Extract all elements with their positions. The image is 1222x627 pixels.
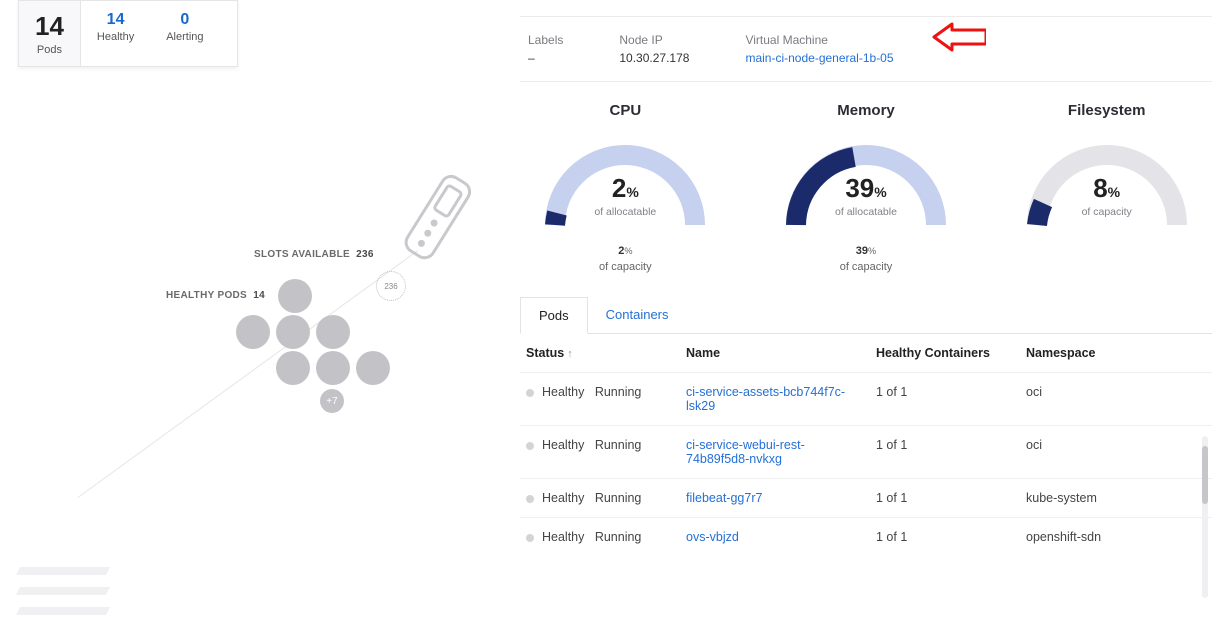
tab-pods[interactable]: Pods (520, 297, 588, 334)
nodeip-key: Node IP (619, 33, 689, 47)
row-namespace: oci (1020, 373, 1212, 426)
healthy-pods-label: HEALTHY PODS (166, 290, 247, 301)
summary-alerting-count: 0 (166, 11, 203, 29)
memory-foot-unit: % (868, 246, 876, 256)
col-name[interactable]: Name (680, 334, 870, 373)
cpu-foot-sub: of capacity (599, 261, 652, 273)
labels-key: Labels (528, 33, 563, 47)
cpu-title: CPU (520, 102, 731, 119)
pod-dot[interactable] (316, 351, 350, 385)
slots-ring-icon: 236 (376, 271, 406, 301)
memory-value: 39 (845, 173, 874, 203)
scrollbar[interactable] (1202, 436, 1208, 598)
memory-gauge[interactable]: Memory 39% of allocatable 39%of capacity (761, 102, 972, 275)
pod-dot[interactable] (276, 315, 310, 349)
row-state: Running (595, 530, 642, 544)
row-namespace: kube-system (1020, 479, 1212, 518)
row-state: Running (595, 438, 642, 452)
filesystem-value: 8 (1093, 173, 1107, 203)
summary-total-count: 14 (35, 11, 64, 42)
pods-table: Status↑ Name Healthy Containers Namespac… (520, 334, 1212, 556)
pod-dot[interactable] (316, 315, 350, 349)
tab-containers[interactable]: Containers (588, 297, 687, 333)
status-dot-icon (526, 442, 534, 450)
pod-dot[interactable] (236, 315, 270, 349)
row-name-link[interactable]: ci-service-webui-rest-74b89f5d8-nvkxg (686, 438, 805, 466)
row-state: Running (595, 491, 642, 505)
row-state: Running (595, 385, 642, 399)
healthy-pods-count: 14 (253, 290, 265, 301)
row-status: Healthy (542, 530, 584, 544)
row-healthy: 1 of 1 (870, 518, 1020, 557)
vm-key: Virtual Machine (745, 33, 893, 47)
cpu-gauge[interactable]: CPU 2% of allocatable 2%of capacity (520, 102, 731, 275)
filesystem-sub: of capacity (1017, 206, 1197, 218)
status-dot-icon (526, 389, 534, 397)
node-device-icon (398, 167, 476, 285)
status-dot-icon (526, 534, 534, 542)
pods-summary: 14 Pods 14 Healthy 0 Alerting (18, 0, 238, 67)
memory-foot-value: 39 (856, 245, 868, 257)
col-status[interactable]: Status↑ (520, 334, 680, 373)
summary-total[interactable]: 14 Pods (19, 1, 80, 66)
annotation-arrow-icon (932, 22, 986, 52)
col-namespace[interactable]: Namespace (1020, 334, 1212, 373)
table-row[interactable]: Healthy Running ci-service-webui-rest-74b… (520, 426, 1212, 479)
utilization-gauges: CPU 2% of allocatable 2%of capacity Memo… (520, 102, 1212, 275)
scrollbar-thumb[interactable] (1202, 446, 1208, 504)
summary-alerting[interactable]: 0 Alerting (150, 1, 219, 66)
labels-column: Labels – (528, 33, 563, 65)
memory-title: Memory (761, 102, 972, 119)
pod-dot[interactable] (276, 351, 310, 385)
pod-dot[interactable] (356, 351, 390, 385)
node-header-row: Labels – Node IP 10.30.27.178 Virtual Ma… (520, 16, 1212, 82)
filesystem-gauge[interactable]: Filesystem 8% of capacity (1001, 102, 1212, 275)
row-name-link[interactable]: ci-service-assets-bcb744f7c-lsk29 (686, 385, 845, 413)
memory-foot-sub: of capacity (840, 261, 893, 273)
summary-alerting-label: Alerting (166, 31, 203, 43)
pod-overflow-count: +7 (326, 396, 337, 407)
summary-healthy-count: 14 (97, 11, 134, 29)
labels-value: – (528, 51, 563, 65)
summary-total-label: Pods (35, 44, 64, 56)
row-namespace: openshift-sdn (1020, 518, 1212, 557)
vm-link[interactable]: main-ci-node-general-1b-05 (745, 51, 893, 65)
nodeip-value: 10.30.27.178 (619, 51, 689, 65)
sort-asc-icon: ↑ (567, 348, 573, 360)
row-status: Healthy (542, 438, 584, 452)
vm-column: Virtual Machine main-ci-node-general-1b-… (745, 33, 893, 65)
cpu-foot-unit: % (624, 246, 632, 256)
row-healthy: 1 of 1 (870, 479, 1020, 518)
filesystem-title: Filesystem (1001, 102, 1212, 119)
memory-sub: of allocatable (776, 206, 956, 218)
slots-ring-value: 236 (384, 282, 397, 291)
slots-available-label: SLOTS AVAILABLE (254, 249, 350, 260)
slots-available-count: 236 (356, 249, 374, 260)
row-status: Healthy (542, 491, 584, 505)
summary-healthy-label: Healthy (97, 31, 134, 43)
table-row[interactable]: Healthy Running ovs-vbjzd 1 of 1openshift-… (520, 518, 1212, 557)
col-healthy[interactable]: Healthy Containers (870, 334, 1020, 373)
nodeip-column: Node IP 10.30.27.178 (619, 33, 689, 65)
status-dot-icon (526, 495, 534, 503)
row-namespace: oci (1020, 426, 1212, 479)
row-name-link[interactable]: ovs-vbjzd (686, 530, 739, 544)
table-row[interactable]: Healthy Running ci-service-assets-bcb744f… (520, 373, 1212, 426)
row-status: Healthy (542, 385, 584, 399)
row-healthy: 1 of 1 (870, 426, 1020, 479)
cpu-sub: of allocatable (535, 206, 715, 218)
node-topology-viz[interactable]: SLOTS AVAILABLE 236 HEALTHY PODS 14 236 (18, 187, 470, 567)
table-row[interactable]: Healthy Running filebeat-gg7r7 1 of 1kube-… (520, 479, 1212, 518)
pod-dot[interactable] (278, 279, 312, 313)
pod-overflow-badge[interactable]: +7 (318, 387, 346, 415)
row-name-link[interactable]: filebeat-gg7r7 (686, 491, 762, 505)
cpu-value: 2 (612, 173, 626, 203)
row-healthy: 1 of 1 (870, 373, 1020, 426)
detail-tabs: Pods Containers (520, 297, 1212, 334)
summary-healthy[interactable]: 14 Healthy (80, 1, 150, 66)
